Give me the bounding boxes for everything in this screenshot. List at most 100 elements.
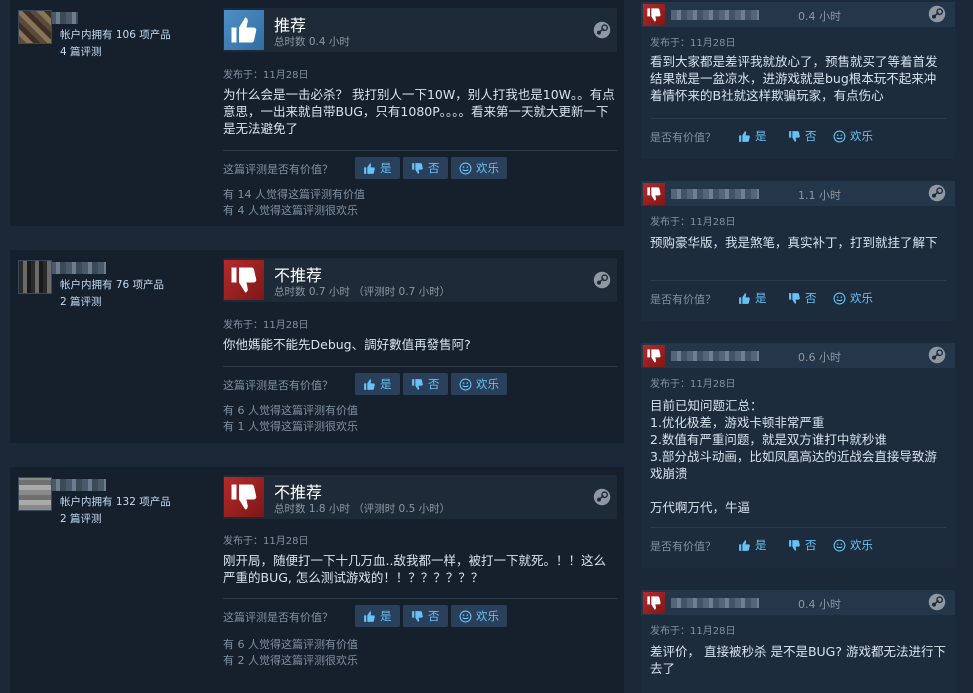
review-card: 帐户内拥有 76 项产品 2 篇评测 不推荐 总时数 0.7 小时 （评测时 0… — [10, 250, 624, 443]
vote-yes-button[interactable]: 是 — [355, 157, 400, 179]
helpful-row: 是否有价值？ 是 否 欢乐 — [650, 535, 946, 555]
posted-date: 发布于：11月28日 — [223, 70, 309, 81]
helpful-count: 有 14 人觉得这篇评测有价值 — [223, 188, 365, 201]
posted-date: 发布于：11月28日 — [650, 38, 736, 49]
thumbs-down-icon — [788, 292, 801, 305]
helpful-question: 这篇评测是否有价值？ — [223, 163, 333, 176]
vote-yes-button[interactable]: 是 — [738, 535, 767, 555]
steam-logo-icon — [928, 593, 946, 611]
vote-yes-button[interactable]: 是 — [738, 126, 767, 146]
thumbs-down-icon — [411, 378, 424, 391]
thumbs-down-icon — [411, 610, 424, 623]
review-text: 看到大家都是差评我就放心了，预售就买了等着首发结果就是一盆凉水，进游戏就是bug… — [650, 54, 938, 103]
vote-no-label: 否 — [428, 609, 440, 623]
vote-no-label: 否 — [428, 377, 440, 391]
review-card: 帐户内拥有 132 项产品 2 篇评测 不推荐 总时数 1.8 小时 （评测时 … — [10, 467, 624, 693]
helpful-row: 这篇评测是否有价值？ 是 否 欢乐 — [223, 373, 618, 395]
posted-date: 发布于：11月28日 — [223, 320, 309, 331]
vote-no-button[interactable]: 否 — [788, 535, 817, 555]
vote-yes-label: 是 — [755, 291, 767, 305]
review-text-spacer — [650, 482, 946, 499]
smiley-icon — [459, 162, 472, 175]
author-products[interactable]: 帐户内拥有 132 项产品 — [60, 494, 218, 511]
funny-count: 有 2 人觉得这篇评测很欢乐 — [223, 654, 358, 667]
vote-title: 不推荐 — [274, 483, 323, 502]
review-text: 目前已知问题汇总： 1.优化极差，游戏卡顿非常严重 2.数值有严重问题，就是双方… — [650, 397, 946, 516]
author-review-count[interactable]: 2 篇评测 — [60, 294, 218, 311]
vote-title: 推荐 — [274, 16, 307, 35]
avatar[interactable] — [18, 260, 52, 294]
vote-funny-label: 欢乐 — [850, 538, 873, 552]
vote-funny-button[interactable]: 欢乐 — [451, 157, 507, 179]
vote-funny-button[interactable]: 欢乐 — [833, 126, 873, 146]
vote-header[interactable]: 不推荐 总时数 1.8 小时 （评测时 0.5 小时） — [223, 475, 617, 519]
vote-no-label: 否 — [805, 291, 817, 305]
vote-funny-label: 欢乐 — [476, 377, 499, 391]
avatar[interactable] — [18, 10, 52, 44]
review-author[interactable]: 帐户内拥有 106 项产品 4 篇评测 — [18, 10, 218, 61]
thumbs-down-icon — [643, 345, 665, 367]
helpful-question: 是否有价值？ — [650, 293, 716, 306]
steam-logo-icon — [593, 21, 611, 39]
review-text: 刚开局，随便打一下十几万血..敌我都一样，被打一下就死。！！这么严重的BUG, … — [223, 553, 606, 585]
review-header[interactable]: 0.6 小时 — [641, 343, 955, 368]
smiley-icon — [459, 610, 472, 623]
divider — [223, 366, 618, 367]
review-text: 预购豪华版，我是煞笔，真实补丁，打到就挂了解下 — [650, 235, 938, 250]
author-products[interactable]: 帐户内拥有 106 项产品 — [60, 27, 218, 44]
review-card: 0.4 小时 发布于：11月28日 差评价， 直接被秒杀 是不是BUG? 游戏都… — [641, 590, 955, 693]
vote-no-button[interactable]: 否 — [403, 373, 448, 395]
vote-yes-label: 是 — [755, 538, 767, 552]
playtime: 1.1 小时 — [798, 189, 841, 202]
review-header[interactable]: 0.4 小时 — [641, 2, 955, 27]
thumbs-down-icon — [224, 477, 264, 517]
author-products[interactable]: 帐户内拥有 76 项产品 — [60, 277, 218, 294]
review-author[interactable]: 帐户内拥有 132 项产品 2 篇评测 — [18, 477, 218, 528]
helpful-question: 是否有价值？ — [650, 131, 716, 144]
vote-no-button[interactable]: 否 — [403, 605, 448, 627]
vote-header[interactable]: 不推荐 总时数 0.7 小时 （评测时 0.7 小时） — [223, 258, 617, 302]
avatar[interactable] — [18, 477, 52, 511]
author-review-count[interactable]: 2 篇评测 — [60, 511, 218, 528]
posted-date: 发布于：11月28日 — [650, 626, 736, 637]
smiley-icon — [833, 130, 846, 143]
helpful-row: 是否有价值？ 是 否 欢乐 — [650, 126, 946, 146]
vote-yes-label: 是 — [380, 377, 392, 391]
playtime: 总时数 1.8 小时 （评测时 0.5 小时） — [274, 503, 451, 515]
vote-yes-button[interactable]: 是 — [355, 605, 400, 627]
thumbs-up-icon — [363, 162, 376, 175]
review-header[interactable]: 0.4 小时 — [641, 590, 955, 615]
vote-no-button[interactable]: 否 — [788, 126, 817, 146]
divider — [650, 280, 946, 281]
vote-no-button[interactable]: 否 — [788, 288, 817, 308]
vote-yes-button[interactable]: 是 — [738, 288, 767, 308]
vote-yes-label: 是 — [755, 129, 767, 143]
author-name[interactable] — [671, 351, 759, 361]
playtime: 0.6 小时 — [798, 351, 841, 364]
review-header[interactable]: 1.1 小时 — [641, 181, 955, 206]
vote-yes-button[interactable]: 是 — [355, 373, 400, 395]
funny-count: 有 1 人觉得这篇评测很欢乐 — [223, 420, 358, 433]
vote-funny-button[interactable]: 欢乐 — [451, 605, 507, 627]
author-name[interactable] — [671, 598, 759, 608]
steam-logo-icon — [593, 488, 611, 506]
review-author[interactable]: 帐户内拥有 76 项产品 2 篇评测 — [18, 260, 218, 311]
vote-header[interactable]: 推荐 总时数 0.4 小时 — [223, 8, 617, 52]
author-review-count[interactable]: 4 篇评测 — [60, 44, 218, 61]
vote-yes-label: 是 — [380, 161, 392, 175]
author-name[interactable] — [671, 189, 759, 199]
vote-title: 不推荐 — [274, 266, 323, 285]
vote-no-button[interactable]: 否 — [403, 157, 448, 179]
vote-funny-button[interactable]: 欢乐 — [451, 373, 507, 395]
playtime: 总时数 0.7 小时 （评测时 0.7 小时） — [274, 286, 451, 298]
thumbs-up-icon — [224, 10, 264, 50]
vote-funny-button[interactable]: 欢乐 — [833, 288, 873, 308]
playtime: 总时数 0.4 小时 — [274, 36, 350, 48]
thumbs-up-icon — [738, 292, 751, 305]
vote-funny-label: 欢乐 — [850, 129, 873, 143]
vote-funny-button[interactable]: 欢乐 — [833, 535, 873, 555]
thumbs-up-icon — [363, 378, 376, 391]
author-name[interactable] — [671, 10, 759, 20]
steam-logo-icon — [593, 271, 611, 289]
vote-yes-label: 是 — [380, 609, 392, 623]
